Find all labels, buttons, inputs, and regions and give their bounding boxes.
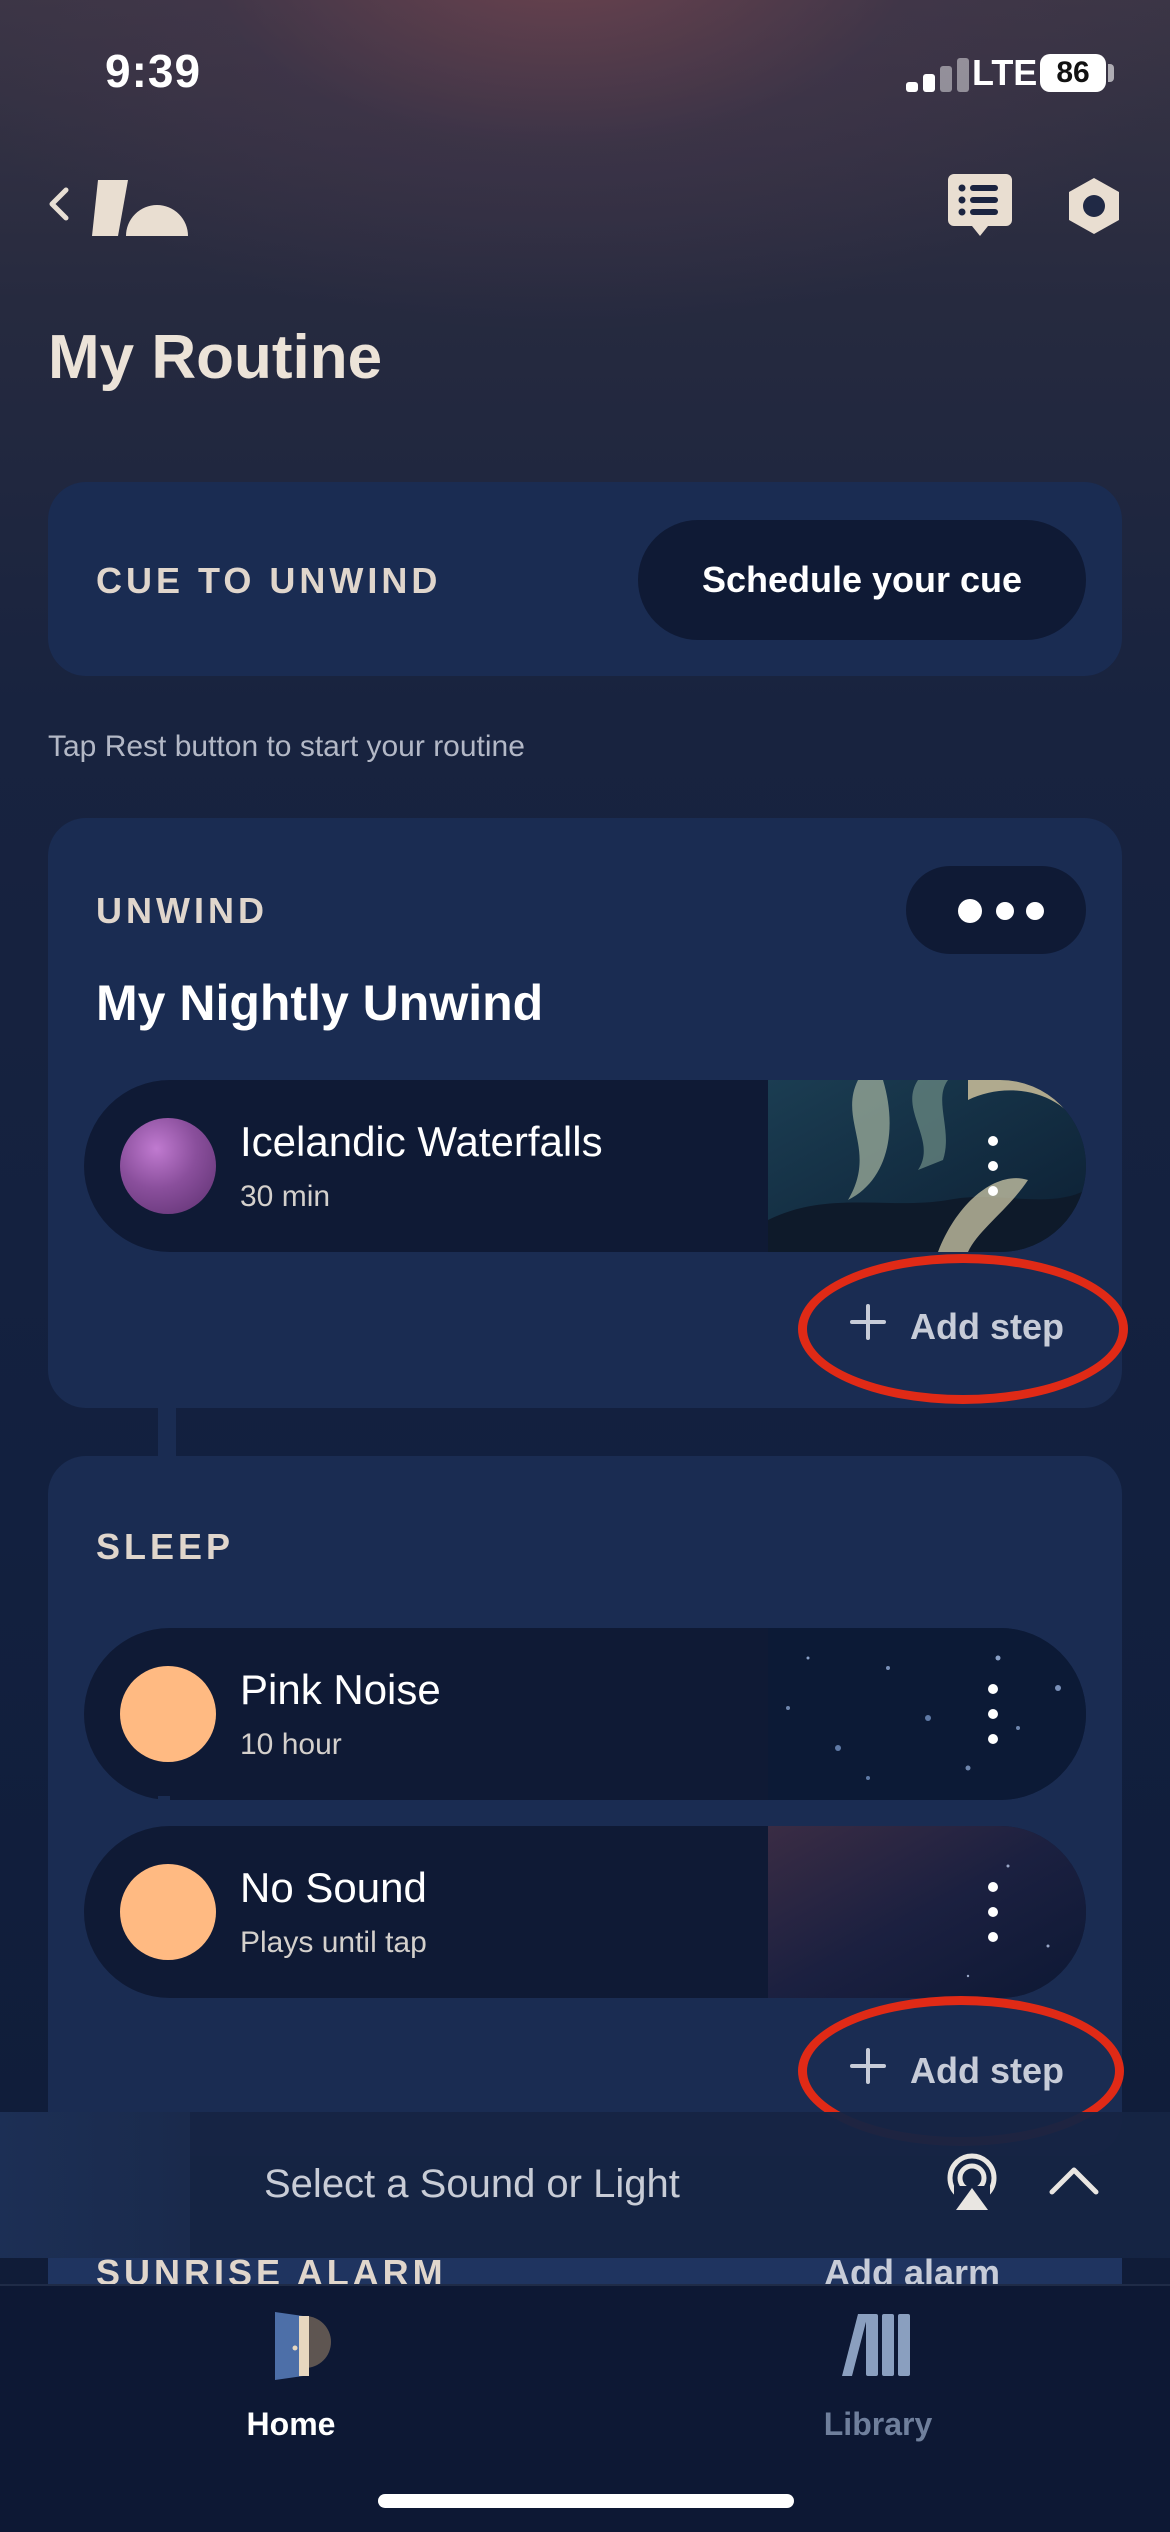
mini-player-prompt[interactable]: Select a Sound or Light bbox=[264, 2162, 680, 2207]
page-title: My Routine bbox=[48, 323, 383, 392]
step-connector bbox=[158, 1796, 170, 1826]
tab-label: Library bbox=[823, 2406, 933, 2442]
step-title: Icelandic Waterfalls bbox=[240, 1118, 603, 1165]
step-title: No Sound bbox=[240, 1864, 427, 1911]
back-chevron-icon[interactable] bbox=[44, 184, 74, 224]
more-options-button[interactable] bbox=[906, 866, 1086, 954]
routine-name: My Nightly Unwind bbox=[96, 975, 544, 1031]
step-icelandic-waterfalls[interactable]: Icelandic Waterfalls 30 min bbox=[84, 1080, 1086, 1252]
mini-player-art bbox=[0, 2112, 190, 2258]
unwind-label: UNWIND bbox=[96, 890, 268, 931]
step-duration: Plays until tap bbox=[240, 1926, 427, 1959]
tab-home[interactable]: Home bbox=[141, 2286, 441, 2466]
home-indicator bbox=[378, 2494, 794, 2508]
step-duration: 30 min bbox=[240, 1180, 331, 1213]
settings-icon[interactable] bbox=[1066, 176, 1122, 236]
step-artwork bbox=[768, 1826, 1086, 1998]
tab-label: Home bbox=[246, 2406, 336, 2442]
step-thumbnail bbox=[120, 1864, 216, 1960]
step-duration: 10 hour bbox=[240, 1728, 342, 1761]
add-alarm-button[interactable]: Add alarm bbox=[824, 2258, 1000, 2284]
schedule-cue-button[interactable]: Schedule your cue bbox=[638, 520, 1086, 640]
status-time: 9:39 bbox=[105, 45, 202, 97]
app-logo bbox=[92, 180, 188, 236]
battery-nub bbox=[1108, 64, 1114, 82]
library-icon bbox=[842, 2314, 910, 2376]
step-thumbnail bbox=[120, 1666, 216, 1762]
step-pink-noise[interactable]: Pink Noise 10 hour bbox=[84, 1628, 1086, 1800]
step-menu-icon[interactable] bbox=[986, 1684, 1000, 1744]
mini-player[interactable]: Select a Sound or Light bbox=[0, 2112, 1170, 2258]
routine-hint: Tap Rest button to start your routine bbox=[48, 730, 525, 763]
tab-library[interactable]: Library bbox=[728, 2286, 1028, 2466]
step-no-sound[interactable]: No Sound Plays until tap bbox=[84, 1826, 1086, 1998]
airplay-icon[interactable] bbox=[944, 2152, 1000, 2212]
sunrise-alarm-card: SUNRISE ALARM Add alarm bbox=[48, 2258, 1122, 2284]
section-connector bbox=[158, 1400, 176, 1464]
step-thumbnail bbox=[120, 1118, 216, 1214]
highlight-ring bbox=[798, 1254, 1128, 1404]
cue-card: CUE TO UNWIND Schedule your cue bbox=[48, 482, 1122, 676]
chat-icon[interactable] bbox=[946, 170, 1014, 240]
cue-label: CUE TO UNWIND bbox=[96, 560, 442, 601]
step-menu-icon[interactable] bbox=[986, 1882, 1000, 1942]
battery-indicator: 86 bbox=[1040, 54, 1106, 92]
sunrise-alarm-label: SUNRISE ALARM bbox=[96, 2258, 447, 2284]
step-artwork bbox=[768, 1628, 1086, 1800]
sleep-label: SLEEP bbox=[96, 1526, 235, 1567]
step-title: Pink Noise bbox=[240, 1666, 441, 1713]
signal-icon bbox=[906, 58, 972, 92]
step-menu-icon[interactable] bbox=[986, 1136, 1000, 1196]
chevron-up-icon[interactable] bbox=[1046, 2160, 1102, 2200]
network-type: LTE bbox=[972, 52, 1038, 93]
door-icon bbox=[275, 2312, 331, 2380]
step-artwork bbox=[768, 1080, 1086, 1252]
